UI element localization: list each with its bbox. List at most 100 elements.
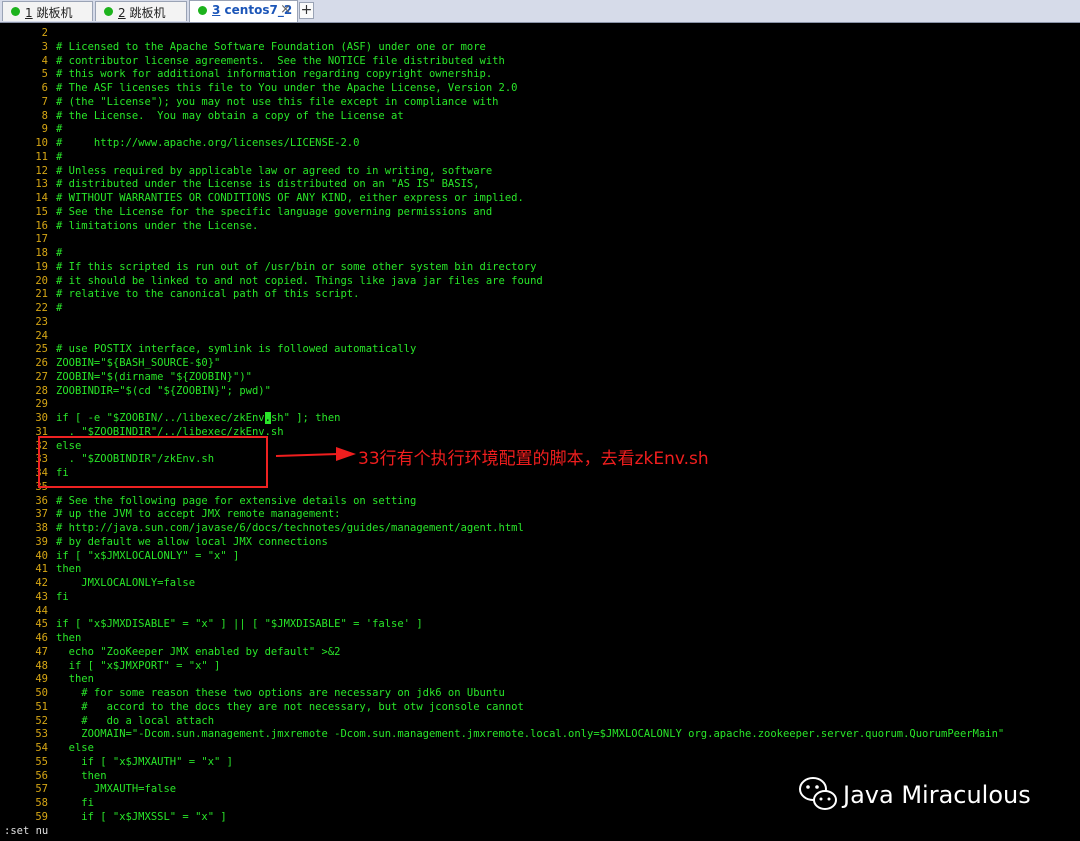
editor-line: 14 # WITHOUT WARRANTIES OR CONDITIONS OF …: [0, 191, 523, 205]
code-text: # http://www.apache.org/licenses/LICENSE…: [56, 137, 360, 149]
editor-line: 47 echo "ZooKeeper JMX enabled by defaul…: [0, 645, 340, 659]
code-text: JMXAUTH=false: [56, 783, 177, 796]
editor-line: 45 if [ "x$JMXDISABLE" = "x" ] || [ "$JMX…: [0, 617, 423, 631]
editor-line: 2: [0, 26, 56, 40]
line-number: 16: [35, 219, 48, 232]
line-number: 55: [35, 755, 48, 768]
line-number: 27: [35, 370, 48, 383]
code-text: if [ "x$JMXDISABLE" = "x" ] || [ "$JMXDI…: [56, 618, 423, 631]
vim-editor[interactable]: 2 3 # Licensed to the Apache Software Foun…: [0, 26, 1080, 827]
editor-line: 19 # If this scripted is run out of /usr/…: [0, 260, 536, 274]
tab-jumphost-2[interactable]: 2 跳板机: [95, 1, 187, 21]
line-number: 38: [35, 522, 48, 534]
text-cursor: .: [264, 412, 271, 424]
editor-line: 7 # (the "License"); you may not use this…: [0, 95, 499, 109]
line-number: 19: [35, 260, 48, 273]
editor-line: 43 fi: [0, 590, 68, 604]
line-number: 45: [35, 618, 48, 631]
editor-line: 48 if [ "x$JMXPORT" = "x" ]: [0, 659, 220, 673]
line-number: 57: [35, 783, 48, 796]
line-number: 26: [35, 357, 48, 369]
editor-line: 29: [0, 397, 56, 411]
editor-line: 44: [0, 604, 56, 618]
editor-line: 8 # the License. You may obtain a copy of…: [0, 109, 404, 123]
line-number: 14: [35, 192, 48, 204]
line-number: 46: [35, 632, 48, 644]
line-number: 52: [35, 714, 48, 727]
line-number: 5: [41, 68, 48, 81]
code-text: # up the JVM to accept JMX remote manage…: [56, 508, 341, 521]
editor-line: 21 # relative to the canonical path of th…: [0, 287, 359, 301]
code-text: # for some reason these two options are …: [56, 687, 505, 699]
editor-line: 16 # limitations under the License.: [0, 219, 258, 233]
editor-line: 24: [0, 329, 56, 343]
line-number: 8: [41, 109, 48, 122]
line-number: 28: [35, 384, 48, 397]
code-text: ZOOBINDIR="$(cd "${ZOOBIN}"; pwd)": [56, 384, 271, 397]
editor-line: 30 if [ -e "$ZOOBIN/../libexec/zkEnv.sh" …: [0, 411, 341, 425]
editor-line: 10 # http://www.apache.org/licenses/LICEN…: [0, 136, 359, 150]
editor-line: 3 # Licensed to the Apache Software Found…: [0, 40, 486, 54]
editor-line: 57 JMXAUTH=false: [0, 782, 176, 796]
code-text: ZOOBIN="${BASH_SOURCE-$0}": [56, 357, 221, 369]
line-number: 58: [35, 797, 48, 809]
line-number: 36: [35, 494, 48, 507]
code-text: #: [56, 302, 63, 314]
editor-line: 36 # See the following page for extensive…: [0, 494, 416, 508]
editor-line: 18 #: [0, 246, 62, 260]
code-text: JMXLOCALONLY=false: [56, 577, 196, 589]
line-number: 39: [35, 535, 48, 548]
code-text: # use POSTIX interface, symlink is follo…: [56, 343, 417, 356]
editor-line: 23: [0, 315, 56, 329]
editor-line: 26 ZOOBIN="${BASH_SOURCE-$0}": [0, 356, 220, 370]
annotation-text: 33行有个执行环境配置的脚本，去看zkEnv.sh: [358, 449, 709, 469]
connected-status-icon: [198, 6, 207, 15]
line-number: 10: [35, 137, 48, 149]
line-number: 7: [41, 95, 48, 108]
line-number: 41: [35, 563, 48, 576]
code-text: if [ -e "$ZOOBIN/../libexec/zkEnv.sh" ];…: [56, 412, 341, 424]
code-text: then: [56, 769, 107, 782]
editor-line: 42 JMXLOCALONLY=false: [0, 576, 195, 590]
editor-line: 4 # contributor license agreements. See t…: [0, 54, 505, 68]
vim-command-line[interactable]: :set nu: [4, 825, 48, 837]
editor-line: 59 if [ "x$JMXSSL" = "x" ]: [0, 810, 226, 824]
code-text: if [ "x$JMXAUTH" = "x" ]: [56, 755, 234, 768]
code-text: if [ "x$JMXPORT" = "x" ]: [56, 659, 221, 672]
code-text: echo "ZooKeeper JMX enabled by default" …: [56, 645, 341, 658]
line-number: 4: [41, 54, 48, 67]
line-number: 49: [35, 673, 48, 686]
line-number: 22: [35, 302, 48, 314]
editor-line: 25 # use POSTIX interface, symlink is fol…: [0, 342, 416, 356]
line-number: 29: [35, 398, 48, 411]
tab-bar: 1 跳板机 2 跳板机 3 centos7_2 × +: [0, 0, 1080, 23]
line-number: 20: [35, 274, 48, 287]
line-number: 2: [41, 27, 48, 39]
line-number: 44: [35, 604, 48, 617]
code-text: # the License. You may obtain a copy of …: [56, 109, 404, 122]
editor-line: 55 if [ "x$JMXAUTH" = "x" ]: [0, 755, 233, 769]
close-tab-icon[interactable]: ×: [280, 2, 291, 17]
editor-line: 38 # http://java.sun.com/javase/6/docs/te…: [0, 521, 523, 535]
code-text: else: [56, 742, 94, 754]
line-number: 37: [35, 508, 48, 521]
line-number: 30: [35, 412, 48, 424]
new-tab-button[interactable]: +: [299, 2, 314, 19]
editor-line: 37 # up the JVM to accept JMX remote mana…: [0, 507, 340, 521]
line-number: 9: [41, 123, 48, 136]
code-text: # it should be linked to and not copied.…: [56, 274, 543, 287]
line-number: 53: [35, 728, 48, 741]
line-number: 42: [35, 577, 48, 589]
code-text: then: [56, 632, 82, 644]
code-text: # See the following page for extensive d…: [56, 494, 417, 507]
line-number: 43: [35, 590, 48, 603]
code-text: # See the License for the specific langu…: [56, 205, 493, 218]
tab-centos7-2[interactable]: 3 centos7_2 ×: [189, 0, 298, 22]
tab-jumphost-1[interactable]: 1 跳板机: [2, 1, 93, 21]
code-text: # distributed under the License is distr…: [56, 178, 480, 191]
editor-line: 17: [0, 232, 56, 246]
code-text: # Unless required by applicable law or a…: [56, 164, 493, 177]
